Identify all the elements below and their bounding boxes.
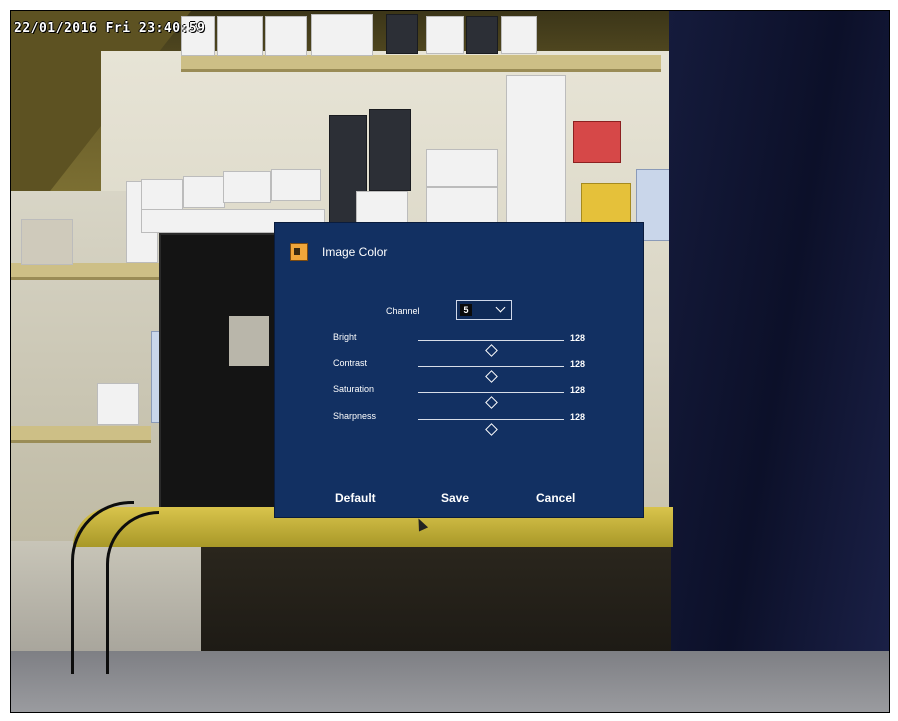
product-box (265, 16, 307, 56)
left-shelf-lower (11, 426, 151, 443)
dialog-title: Image Color (322, 245, 388, 259)
top-shelf (181, 55, 661, 72)
product-box (573, 121, 621, 163)
product-box (141, 179, 183, 211)
slider-label: Saturation (333, 384, 375, 394)
slider-knob[interactable] (485, 423, 498, 436)
slider-value: 128 (570, 333, 586, 343)
product-box (21, 219, 73, 265)
saturation-slider[interactable] (418, 392, 564, 409)
channel-value: 5 (460, 304, 472, 316)
counter-body (201, 547, 671, 667)
product-box (426, 149, 498, 187)
image-color-dialog: Image Color Channel 5 Bright 128 Contras… (274, 222, 644, 518)
product-box (356, 191, 408, 225)
default-button[interactable]: Default (335, 491, 376, 505)
product-box (581, 183, 631, 225)
osd-timestamp: 22/01/2016 Fri 23:40:59 (14, 21, 206, 36)
slider-label: Contrast (333, 358, 368, 368)
product-box (386, 14, 418, 54)
slider-label: Sharpness (333, 411, 377, 421)
product-box (501, 16, 537, 54)
product-box (466, 16, 498, 54)
product-box (271, 169, 321, 201)
left-shelf (11, 263, 161, 280)
cable (106, 511, 159, 674)
slider-row-saturation: Saturation 128 (275, 381, 643, 409)
product-box (426, 16, 464, 54)
slider-value: 128 (570, 359, 586, 369)
dark-monitor (159, 233, 291, 512)
chevron-down-icon (495, 302, 506, 313)
product-box (311, 14, 373, 56)
save-button[interactable]: Save (441, 491, 469, 505)
slider-label: Bright (333, 332, 357, 342)
product-box (97, 383, 139, 425)
dark-foreground-panel (669, 11, 889, 712)
slider-knob[interactable] (485, 396, 498, 409)
channel-label: Channel (386, 306, 420, 316)
image-color-icon (290, 243, 308, 261)
product-box (506, 75, 566, 227)
slider-value: 128 (570, 385, 586, 395)
bright-slider[interactable] (418, 340, 564, 357)
product-box (223, 171, 271, 203)
slider-row-bright: Bright 128 (275, 329, 643, 357)
product-box (369, 109, 411, 191)
contrast-slider[interactable] (418, 366, 564, 383)
slider-row-sharpness: Sharpness 128 (275, 408, 643, 436)
paper-note (229, 316, 269, 366)
slider-value: 128 (570, 412, 586, 422)
channel-select[interactable]: 5 (456, 300, 512, 320)
product-box (217, 16, 263, 56)
product-box (183, 176, 225, 208)
slider-row-contrast: Contrast 128 (275, 355, 643, 383)
product-box (426, 187, 498, 223)
cancel-button[interactable]: Cancel (536, 491, 575, 505)
sharpness-slider[interactable] (418, 419, 564, 436)
